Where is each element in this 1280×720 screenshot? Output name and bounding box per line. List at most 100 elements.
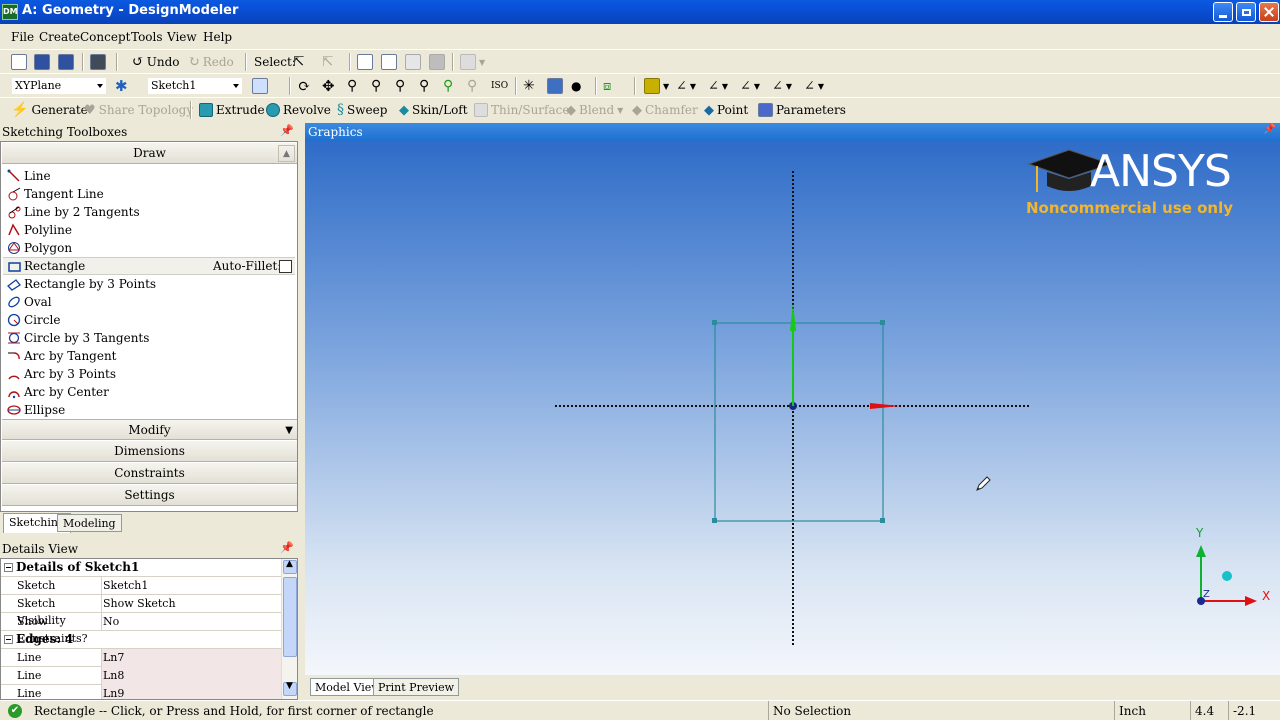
tool-oval[interactable]: Oval — [7, 293, 295, 311]
tool-rectangle-by-3-points[interactable]: Rectangle by 3 Points — [7, 275, 295, 293]
vertex-point[interactable] — [880, 320, 885, 325]
tool-line-by-2-tangents[interactable]: Line by 2 Tangents — [7, 203, 295, 221]
box-zoom-button[interactable]: ⚲ — [371, 77, 381, 95]
details-row[interactable]: Line Ln8 — [1, 667, 282, 685]
scroll-thumb[interactable] — [283, 577, 297, 657]
edge-select-button[interactable] — [381, 53, 397, 71]
constraints-group-header[interactable]: Constraints — [2, 463, 297, 484]
tool-tangent-line[interactable]: Tangent Line — [7, 185, 295, 203]
iso-view-button[interactable]: ISO — [491, 77, 508, 95]
zoom-to-fit-green-button[interactable]: ⚲ — [443, 77, 453, 95]
vertex-point[interactable] — [712, 320, 717, 325]
display-model-button[interactable] — [547, 77, 563, 95]
chamfer-button[interactable]: ◆ Chamfer — [632, 101, 698, 119]
dimensions-group-header[interactable]: Dimensions — [2, 441, 297, 462]
row-value[interactable]: Ln7 — [102, 649, 282, 667]
pin-icon[interactable]: 📌 — [280, 124, 294, 137]
face-select-button[interactable] — [405, 53, 421, 71]
menu-concept[interactable]: Concept — [80, 30, 130, 44]
details-scrollbar[interactable]: ▲ ▼ — [281, 559, 297, 699]
new-sketch-button[interactable] — [252, 77, 268, 95]
scroll-up-button[interactable]: ▲ — [283, 559, 297, 574]
tool-circle[interactable]: Circle — [7, 311, 295, 329]
tool-polyline[interactable]: Polyline — [7, 221, 295, 239]
point-select-button[interactable] — [357, 53, 373, 71]
save-button[interactable] — [34, 53, 50, 71]
row-value[interactable]: Show Sketch — [102, 595, 282, 613]
units-status[interactable]: Inch — [1114, 701, 1190, 720]
look-at-button[interactable]: ✳ — [523, 77, 535, 95]
tool-ellipse[interactable]: Ellipse — [7, 401, 295, 419]
save-as-button[interactable] — [58, 53, 74, 71]
thin-surface-button[interactable]: Thin/Surface — [474, 101, 569, 119]
row-value[interactable]: Ln8 — [102, 667, 282, 685]
screenshot-button[interactable] — [90, 53, 106, 71]
row-value[interactable]: No — [102, 613, 282, 631]
pan-button[interactable]: ✥ — [322, 77, 335, 95]
details-section-edges[interactable]: Edges: 4 — [1, 631, 282, 649]
pin-icon[interactable]: 📌 — [280, 541, 294, 554]
tab-modeling[interactable]: Modeling — [57, 514, 122, 532]
tool-rectangle[interactable]: Rectangle Auto-Fillet: — [3, 257, 295, 275]
generate-button[interactable]: ⚡ Generate — [11, 101, 88, 119]
vertex-point[interactable] — [712, 518, 717, 523]
details-row[interactable]: Line Ln7 — [1, 649, 282, 667]
select-mode-button[interactable]: ⇱ — [293, 53, 305, 71]
edge-joint-4-button[interactable]: ∠ ▼ — [772, 77, 792, 95]
minimize-button[interactable] — [1213, 2, 1233, 22]
details-row[interactable]: Sketch Sketch1 — [1, 577, 282, 595]
extrude-button[interactable]: Extrude — [199, 101, 265, 119]
close-button[interactable] — [1259, 2, 1279, 22]
details-section-sketch[interactable]: Details of Sketch1 — [1, 559, 282, 577]
body-select-button[interactable] — [429, 53, 445, 71]
chevron-up-icon[interactable]: ▲ — [278, 145, 295, 162]
tool-polygon[interactable]: Polygon — [7, 239, 295, 257]
new-button[interactable] — [11, 53, 27, 71]
zoom-in-button[interactable]: ⚲ — [395, 77, 405, 95]
settings-group-header[interactable]: Settings — [2, 485, 297, 506]
ruler-button[interactable]: ⧈ — [603, 77, 611, 95]
edge-joint-5-button[interactable]: ∠ ▼ — [804, 77, 824, 95]
collapse-icon[interactable] — [4, 635, 13, 644]
details-row[interactable]: Sketch Visibility Show Sketch — [1, 595, 282, 627]
sketch-canvas[interactable] — [305, 141, 1280, 675]
menu-file[interactable]: File — [11, 30, 34, 44]
edge-joint-3-button[interactable]: ∠ ▼ — [740, 77, 760, 95]
sketch-select[interactable]: Sketch1 — [147, 77, 243, 95]
graphics-viewport[interactable]: ANSYS Noncommercial use only X Y Z — [305, 141, 1280, 675]
row-value[interactable]: Sketch1 — [102, 577, 282, 595]
row-value[interactable]: Ln9 — [102, 685, 282, 699]
scroll-down-button[interactable]: ▼ — [283, 681, 297, 696]
pin-icon[interactable]: 📌 — [1264, 124, 1276, 135]
undo-button[interactable]: ↺ Undo — [132, 53, 179, 71]
chevron-down-icon[interactable]: ▼ — [285, 420, 293, 441]
zoom-fit-button[interactable]: ⚲ — [419, 77, 429, 95]
tab-print-preview[interactable]: Print Preview — [373, 678, 460, 696]
select-filter-button[interactable]: ⇱ — [322, 53, 334, 71]
modify-group-header[interactable]: Modify ▼ — [2, 419, 297, 440]
redo-button[interactable]: ↻ Redo — [188, 53, 234, 71]
sketch-rectangle[interactable] — [714, 322, 884, 522]
tool-circle-by-3-tangents[interactable]: Circle by 3 Tangents — [7, 329, 295, 347]
blend-button[interactable]: ◆ Blend ▼ — [566, 101, 623, 119]
details-row[interactable]: Line Ln9 — [1, 685, 282, 699]
menu-create[interactable]: Create — [39, 30, 80, 44]
share-topology-button[interactable]: ♥ Share Topology — [84, 101, 193, 119]
collapse-icon[interactable] — [4, 563, 13, 572]
sweep-button[interactable]: § Sweep — [337, 101, 387, 119]
new-plane-button[interactable]: ✱ — [115, 77, 128, 95]
magnifier-button[interactable]: ⚲ — [467, 77, 477, 95]
display-edges-button[interactable]: ▼ — [644, 77, 669, 95]
menu-help[interactable]: Help — [203, 30, 232, 44]
restore-button[interactable] — [1236, 2, 1256, 22]
tool-line[interactable]: Line — [7, 167, 295, 185]
details-row[interactable]: Show Constraints? No — [1, 613, 282, 645]
menu-tools[interactable]: Tools — [131, 30, 163, 44]
vertex-point[interactable] — [880, 518, 885, 523]
tool-arc-by-center[interactable]: Arc by Center — [7, 383, 295, 401]
skin-loft-button[interactable]: ◆ Skin/Loft — [399, 101, 468, 119]
draw-group-header[interactable]: Draw ▲ — [2, 143, 297, 164]
edge-joint-2-button[interactable]: ∠ ▼ — [708, 77, 728, 95]
tool-arc-by-tangent[interactable]: Arc by Tangent — [7, 347, 295, 365]
zoom-button[interactable]: ⚲ — [347, 77, 357, 95]
